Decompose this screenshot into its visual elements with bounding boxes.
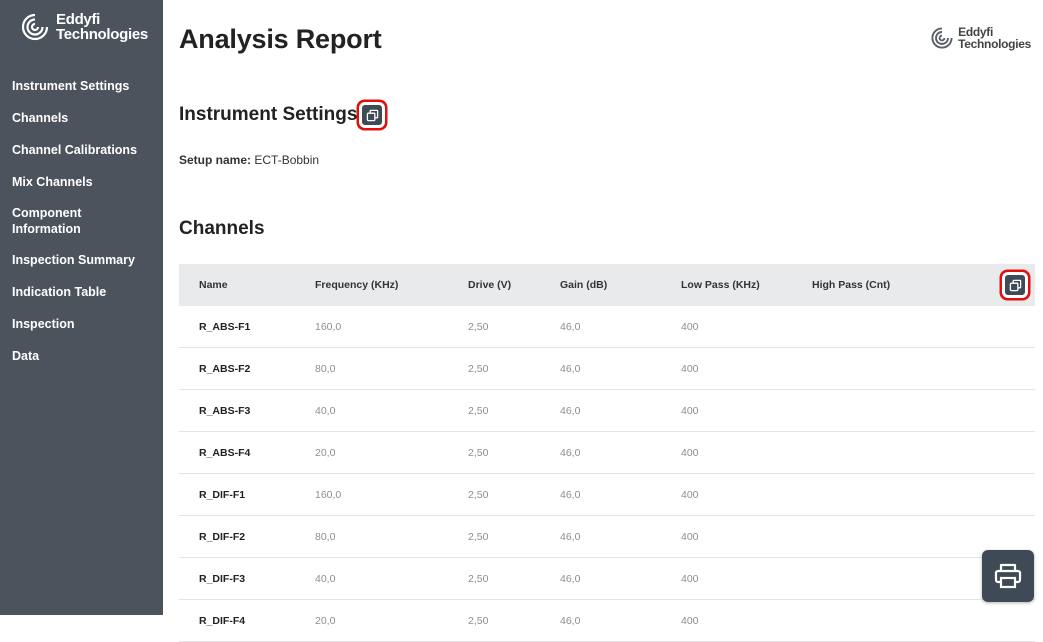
table-header: Name Frequency (KHz) Drive (V) Gain (dB)… <box>179 264 1035 306</box>
sidebar-item-component-information[interactable]: Component Information <box>0 198 163 244</box>
sidebar-item-instrument-settings[interactable]: Instrument Settings <box>0 70 163 102</box>
table-row: R_DIF-F2 80,0 2,50 46,0 400 <box>179 516 1035 558</box>
table-row: R_ABS-F4 20,0 2,50 46,0 400 <box>179 432 1035 474</box>
col-name: Name <box>199 279 228 291</box>
eddyfi-logo-icon <box>931 27 953 49</box>
table-row: R_ABS-F3 40,0 2,50 46,0 400 <box>179 390 1035 432</box>
table-row: R_DIF-F3 40,0 2,50 46,0 400 <box>179 558 1035 600</box>
print-button[interactable] <box>982 550 1034 602</box>
setup-name-value: ECT-Bobbin <box>254 153 320 167</box>
col-low-pass: Low Pass (KHz) <box>681 279 760 291</box>
table-row: R_DIF-F1 160,0 2,50 46,0 400 <box>179 474 1035 516</box>
sidebar: Eddyfi Technologies Instrument Settings … <box>0 0 163 615</box>
sidebar-nav: Instrument Settings Channels Channel Cal… <box>0 70 163 372</box>
instrument-settings-title: Instrument Settings <box>179 104 358 125</box>
col-high-pass: High Pass (Cnt) <box>812 279 891 291</box>
col-frequency: Frequency (KHz) <box>315 279 399 291</box>
table-row: R_ABS-F2 80,0 2,50 46,0 400 <box>179 348 1035 390</box>
copy-icon <box>1009 279 1021 291</box>
header-brand-logo: Eddyfi Technologies <box>930 26 1031 50</box>
logo-line1: Eddyfi <box>56 11 101 28</box>
sidebar-item-mix-channels[interactable]: Mix Channels <box>0 166 163 198</box>
sidebar-item-data[interactable]: Data <box>0 340 163 372</box>
channels-table: Name Frequency (KHz) Drive (V) Gain (dB)… <box>179 264 1035 642</box>
col-drive: Drive (V) <box>468 279 512 291</box>
copy-icon <box>366 109 378 121</box>
sidebar-item-inspection-summary[interactable]: Inspection Summary <box>0 244 163 276</box>
printer-icon <box>994 563 1022 589</box>
copy-instrument-settings-button[interactable] <box>362 105 382 125</box>
channels-title: Channels <box>179 218 265 239</box>
main-content: Analysis Report Eddyfi Technologies Inst… <box>163 0 1043 642</box>
sidebar-item-indication-table[interactable]: Indication Table <box>0 276 163 308</box>
logo-line2: Technologies <box>56 26 148 43</box>
sidebar-item-channels[interactable]: Channels <box>0 102 163 134</box>
eddyfi-logo-icon <box>21 13 49 41</box>
sidebar-item-inspection[interactable]: Inspection <box>0 308 163 340</box>
setup-name: Setup name: ECT-Bobbin <box>179 153 319 167</box>
copy-channels-button[interactable] <box>1005 275 1025 295</box>
table-row: R_ABS-F1 160,0 2,50 46,0 400 <box>179 306 1035 348</box>
sidebar-item-channel-calibrations[interactable]: Channel Calibrations <box>0 134 163 166</box>
col-gain: Gain (dB) <box>560 279 608 291</box>
sidebar-logo: Eddyfi Technologies <box>20 12 148 42</box>
setup-name-label: Setup name: <box>179 153 252 167</box>
brand-line2: Technologies <box>958 37 1031 51</box>
table-row: R_DIF-F4 20,0 2,50 46,0 400 <box>179 600 1035 642</box>
page-title: Analysis Report <box>179 24 382 54</box>
